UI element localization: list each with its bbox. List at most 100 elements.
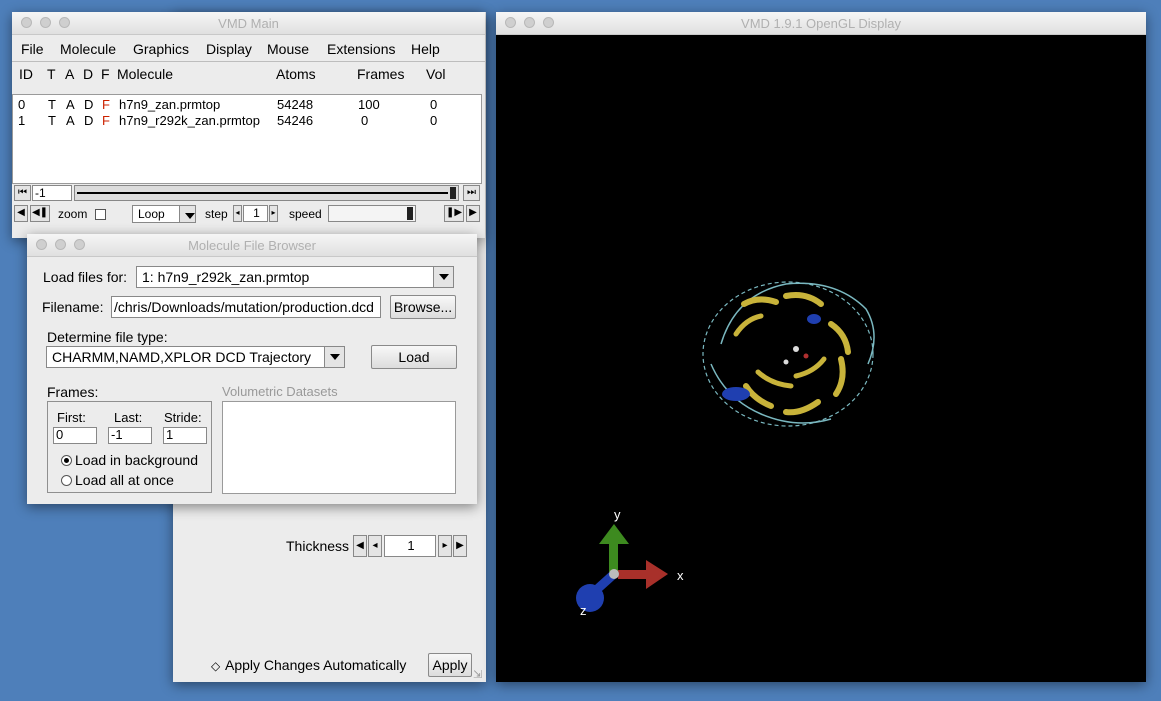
first-input[interactable]: 0	[53, 427, 97, 444]
loop-mode-value: Loop	[138, 207, 165, 221]
thickness-inc-button[interactable]: ▸	[438, 535, 452, 557]
row-id: 0	[18, 97, 26, 112]
axes-indicator: x y z	[576, 507, 684, 618]
step-inc-button[interactable]: ▸	[269, 205, 278, 222]
menu-graphics[interactable]: Graphics	[133, 41, 189, 57]
molecule-file-browser-window: Molecule File Browser Load files for: 1:…	[27, 234, 477, 504]
frames-group: First: Last: Stride: 0 -1 1 Load in back…	[47, 401, 212, 493]
goto-end-button[interactable]: ⏭	[463, 185, 480, 201]
load-background-label: Load in background	[75, 452, 198, 468]
resize-grip-icon[interactable]: ⇲	[473, 668, 482, 681]
row-frames: 100	[358, 97, 380, 112]
row-atoms: 54246	[277, 113, 314, 128]
load-for-value: 1: h7n9_r292k_zan.prmtop	[142, 269, 310, 285]
filetype-value: CHARMM,NAMD,XPLOR DCD Trajectory	[52, 349, 312, 365]
row-t[interactable]: T	[48, 97, 56, 112]
opengl-display-window: VMD 1.9.1 OpenGL Display x y z	[496, 12, 1146, 682]
row-d[interactable]: D	[84, 113, 93, 128]
menu-file[interactable]: File	[21, 41, 44, 57]
table-row[interactable]: 0 T A D F h7n9_zan.prmtop 54248 100 0	[13, 97, 481, 113]
col-d[interactable]: D	[83, 66, 93, 82]
step-label: step	[205, 207, 228, 221]
render-canvas[interactable]: x y z	[496, 34, 1146, 682]
thickness-inc-fast-button[interactable]: ▶	[453, 535, 467, 557]
row-a[interactable]: A	[66, 113, 75, 128]
play-forward-button[interactable]: ▶	[466, 205, 480, 222]
col-frames[interactable]: Frames	[357, 66, 404, 82]
step-dec-button[interactable]: ◂	[233, 205, 242, 222]
zoom-label: zoom	[58, 207, 88, 221]
main-menubar: File Molecule Graphics Display Mouse Ext…	[12, 35, 485, 62]
auto-apply-diamond-icon[interactable]: ◇	[211, 659, 220, 673]
filetype-label: Determine file type:	[47, 329, 168, 345]
chevron-down-icon[interactable]	[179, 206, 195, 222]
col-f[interactable]: F	[101, 66, 110, 82]
menu-display[interactable]: Display	[206, 41, 252, 57]
protein-molecule	[702, 281, 875, 427]
file-browser-titlebar[interactable]: Molecule File Browser	[27, 234, 477, 257]
step-input[interactable]: 1	[243, 205, 268, 222]
opengl-titlebar[interactable]: VMD 1.9.1 OpenGL Display	[496, 12, 1146, 35]
row-t[interactable]: T	[48, 113, 56, 128]
stride-label: Stride:	[164, 410, 202, 425]
load-for-label: Load files for:	[43, 269, 128, 285]
col-atoms[interactable]: Atoms	[276, 66, 316, 82]
row-d[interactable]: D	[84, 97, 93, 112]
table-row[interactable]: 1 T A D F h7n9_r292k_zan.prmtop 54246 0 …	[13, 113, 481, 129]
frame-input[interactable]: -1	[32, 185, 72, 201]
thickness-dec-button[interactable]: ◂	[368, 535, 382, 557]
row-id: 1	[18, 113, 26, 128]
loop-mode-select[interactable]: Loop	[132, 205, 196, 223]
load-background-radio[interactable]	[61, 455, 72, 466]
speed-slider[interactable]	[328, 205, 416, 222]
menu-mouse[interactable]: Mouse	[267, 41, 309, 57]
row-frames: 0	[361, 113, 369, 128]
row-molecule: h7n9_zan.prmtop	[119, 97, 221, 112]
menu-molecule[interactable]: Molecule	[60, 41, 116, 57]
col-vol[interactable]: Vol	[426, 66, 445, 82]
chevron-down-icon[interactable]	[433, 267, 453, 287]
volumetric-label: Volumetric Datasets	[222, 384, 338, 399]
auto-apply-label: Apply Changes Automatically	[225, 657, 407, 673]
col-id[interactable]: ID	[19, 66, 33, 82]
apply-button[interactable]: Apply	[428, 653, 472, 677]
step-reverse-button[interactable]: ◀❚	[30, 205, 50, 222]
thickness-dec-fast-button[interactable]: ◀	[353, 535, 367, 557]
stride-input[interactable]: 1	[163, 427, 207, 444]
col-molecule[interactable]: Molecule	[117, 66, 173, 82]
volumetric-list[interactable]	[222, 401, 456, 494]
col-t[interactable]: T	[47, 66, 56, 82]
row-vol: 0	[430, 113, 438, 128]
speed-label: speed	[289, 207, 322, 221]
filename-input[interactable]: /chris/Downloads/mutation/production.dcd	[111, 296, 381, 318]
load-all-radio[interactable]	[61, 475, 72, 486]
play-reverse-button[interactable]: ◀	[14, 205, 28, 222]
step-forward-button[interactable]: ❚▶	[444, 205, 464, 222]
frame-slider[interactable]	[74, 185, 459, 201]
row-f[interactable]: F	[102, 113, 110, 128]
filetype-select[interactable]: CHARMM,NAMD,XPLOR DCD Trajectory	[46, 346, 345, 368]
zoom-checkbox[interactable]	[95, 209, 106, 220]
vmd-main-titlebar[interactable]: VMD Main	[12, 12, 485, 35]
opengl-title: VMD 1.9.1 OpenGL Display	[741, 16, 901, 31]
last-input[interactable]: -1	[108, 427, 152, 444]
menu-help[interactable]: Help	[411, 41, 440, 57]
frame-slider-handle[interactable]	[450, 187, 456, 199]
speed-slider-handle[interactable]	[407, 207, 413, 220]
first-label: First:	[57, 410, 86, 425]
load-for-select[interactable]: 1: h7n9_r292k_zan.prmtop	[136, 266, 454, 288]
browse-button[interactable]: Browse...	[390, 295, 456, 319]
molecule-list[interactable]: 0 T A D F h7n9_zan.prmtop 54248 100 0 1 …	[12, 94, 482, 184]
chevron-down-icon[interactable]	[324, 347, 344, 367]
frame-slider-track	[77, 192, 448, 194]
goto-start-button[interactable]: ⏮	[14, 185, 31, 201]
row-f[interactable]: F	[102, 97, 110, 112]
frames-label: Frames:	[47, 384, 99, 400]
load-all-label: Load all at once	[75, 472, 174, 488]
row-a[interactable]: A	[66, 97, 75, 112]
menu-extensions[interactable]: Extensions	[327, 41, 395, 57]
load-button[interactable]: Load	[371, 345, 457, 369]
thickness-input[interactable]: 1	[384, 535, 436, 557]
col-a[interactable]: A	[65, 66, 74, 82]
axis-x-label: x	[677, 568, 684, 583]
